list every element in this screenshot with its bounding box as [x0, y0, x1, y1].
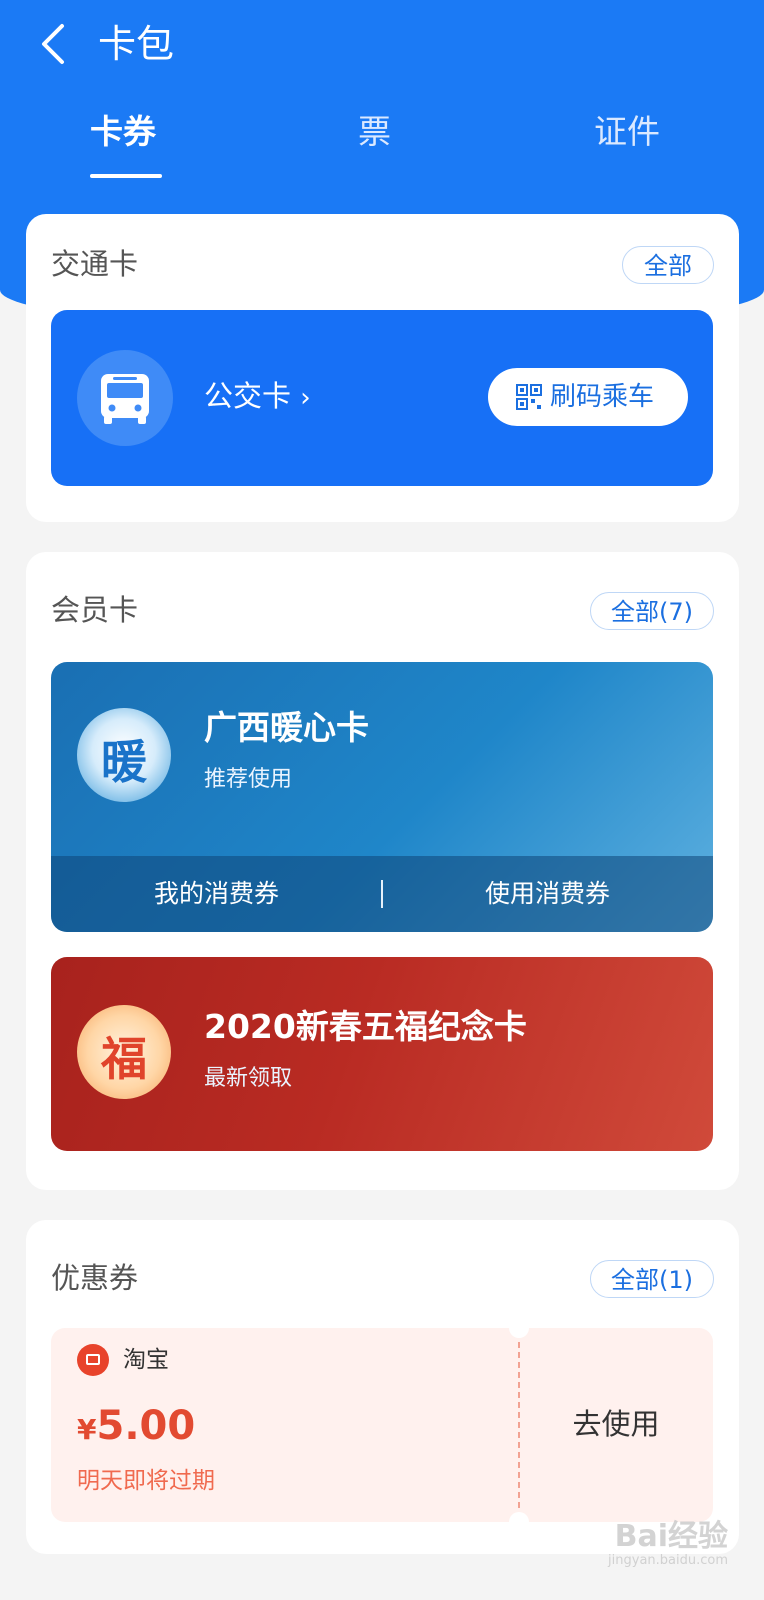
coupons-section-title: 优惠券: [51, 1261, 139, 1295]
tab-tickets[interactable]: 票: [358, 108, 391, 156]
coupon-expiry: 明天即将过期: [77, 1468, 215, 1494]
currency-symbol: ¥: [77, 1413, 97, 1446]
coupon-separator: [518, 1342, 520, 1508]
coupon-notch-bottom: [509, 1512, 529, 1532]
card-title: 2020新春五福纪念卡: [204, 1007, 527, 1046]
guangxi-warm-card[interactable]: 暖 广西暖心卡 推荐使用 我的消费券 使用消费券: [51, 662, 713, 932]
watermark-sub: jingyan.baidu.com: [608, 1553, 728, 1568]
scan-to-ride-label: 刷码乘车: [550, 382, 655, 412]
transit-section: 交通卡 全部 公交卡 › 刷码乘车: [26, 214, 739, 522]
my-vouchers-button[interactable]: 我的消费券: [51, 876, 382, 912]
tab-documents[interactable]: 证件: [594, 108, 660, 156]
card-logo-glyph: 暖: [101, 735, 147, 789]
bus-icon: [77, 350, 173, 446]
membership-section-title: 会员卡: [51, 593, 139, 627]
card-title: 广西暖心卡: [204, 708, 369, 747]
qr-code-icon: [516, 384, 542, 410]
coupon-amount: ¥5.00: [77, 1400, 195, 1460]
taobao-icon: [77, 1344, 109, 1376]
card-subtitle: 最新领取: [204, 1066, 293, 1091]
transit-all-button[interactable]: 全部: [622, 246, 714, 284]
coupon-action-area: 去使用: [519, 1328, 713, 1522]
coupons-section: 优惠券 全部(1) 淘宝 ¥5.00 明天即将过期 去使用: [26, 1220, 739, 1554]
membership-section: 会员卡 全部(7) 暖 广西暖心卡 推荐使用 我的消费券 使用消费券 福 202…: [26, 552, 739, 1190]
card-logo: 暖: [77, 708, 171, 802]
watermark-text: Bai经验: [614, 1519, 728, 1554]
coupon-value: 5.00: [96, 1403, 196, 1449]
new-year-fu-card[interactable]: 福 2020新春五福纪念卡 最新领取: [51, 957, 713, 1151]
coupon-merchant: 淘宝: [123, 1347, 169, 1373]
card-logo: 福: [77, 1005, 171, 1099]
card-action-bar: 我的消费券 使用消费券: [51, 856, 713, 932]
tab-bar: 卡券 票 证件: [0, 108, 764, 180]
bus-card-label: 公交卡: [204, 379, 292, 413]
back-button[interactable]: [34, 22, 74, 66]
card-logo-glyph: 福: [101, 1032, 147, 1086]
chevron-right-icon: ›: [300, 383, 311, 413]
scan-to-ride-button[interactable]: 刷码乘车: [488, 368, 688, 426]
active-tab-indicator: [90, 174, 162, 178]
watermark: Bai经验 jingyan.baidu.com: [608, 1520, 728, 1568]
top-bar: 卡包: [0, 0, 764, 90]
use-coupon-button[interactable]: 去使用: [519, 1402, 713, 1446]
chevron-left-icon: [42, 24, 64, 64]
coupon-item[interactable]: 淘宝 ¥5.00 明天即将过期 去使用: [51, 1318, 713, 1532]
tab-cards-coupons[interactable]: 卡券: [90, 108, 156, 156]
coupons-all-button[interactable]: 全部(1): [590, 1260, 714, 1298]
card-subtitle: 推荐使用: [204, 767, 293, 792]
coupon-notch-top: [509, 1318, 529, 1338]
use-vouchers-button[interactable]: 使用消费券: [382, 876, 713, 912]
page-title: 卡包: [98, 22, 175, 66]
coupon-body: 淘宝 ¥5.00 明天即将过期: [51, 1328, 519, 1522]
bus-card-link[interactable]: 公交卡 ›: [204, 374, 311, 420]
bus-card[interactable]: 公交卡 › 刷码乘车: [51, 310, 713, 486]
transit-section-title: 交通卡: [51, 247, 139, 281]
membership-all-button[interactable]: 全部(7): [590, 592, 714, 630]
